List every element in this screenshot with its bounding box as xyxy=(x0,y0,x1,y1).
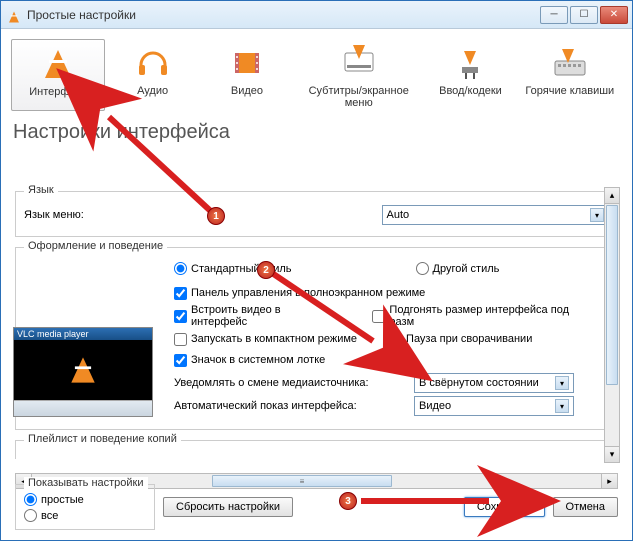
notify-media-select[interactable]: В свёрнутом состоянии ▾ xyxy=(414,373,574,393)
page-heading: Настройки интерфейса xyxy=(13,121,622,144)
plug-icon xyxy=(425,43,515,83)
language-group: Язык Язык меню: Auto ▾ xyxy=(15,191,618,237)
dropdown-arrow-icon: ▾ xyxy=(555,376,569,390)
playlist-group-title: Плейлист и поведение копий xyxy=(24,433,181,445)
fit-interface-size-check[interactable]: Подгонять размер интерфейса под разм xyxy=(372,304,595,328)
save-button[interactable]: Сохранить xyxy=(464,497,545,517)
notify-media-label: Уведомлять о смене медиаисточника: xyxy=(174,377,414,389)
tab-input-codecs[interactable]: Ввод/кодеки xyxy=(423,39,517,111)
scroll-down-button[interactable]: ▾ xyxy=(605,446,619,462)
app-icon xyxy=(5,7,21,23)
show-settings-label: Показывать настройки xyxy=(24,477,148,489)
cone-icon xyxy=(14,44,102,84)
menu-language-select[interactable]: Auto ▾ xyxy=(382,205,610,225)
language-group-title: Язык xyxy=(24,185,58,196)
minimize-button[interactable]: ─ xyxy=(540,6,568,24)
tab-subtitles[interactable]: Субтитры/экранное меню xyxy=(294,39,423,111)
pause-on-minimize-check[interactable]: Пауза при сворачивании xyxy=(389,333,532,346)
show-simple-radio[interactable]: простые xyxy=(24,493,84,506)
reset-settings-button[interactable]: Сбросить настройки xyxy=(163,497,293,517)
tray-icon-check[interactable]: Значок в системном лотке xyxy=(174,354,325,367)
style-preview-thumbnail: VLC media player xyxy=(13,327,153,417)
window-titlebar: Простые настройки ─ ☐ ✕ xyxy=(1,1,632,29)
close-button[interactable]: ✕ xyxy=(600,6,628,24)
maximize-button[interactable]: ☐ xyxy=(570,6,598,24)
controls-fullscreen-check[interactable]: Панель управления в полноэкранном режиме xyxy=(174,287,425,300)
scroll-thumb[interactable] xyxy=(606,205,618,385)
dropdown-arrow-icon: ▾ xyxy=(555,399,569,413)
subtitles-icon xyxy=(296,43,421,83)
vertical-scrollbar[interactable]: ▴ ▾ xyxy=(604,187,620,463)
auto-show-select[interactable]: Видео ▾ xyxy=(414,396,574,416)
look-group-title: Оформление и поведение xyxy=(24,240,167,252)
auto-show-label: Автоматический показ интерфейса: xyxy=(174,400,414,412)
show-settings-group: Показывать настройки простые все xyxy=(15,484,155,530)
scroll-up-button[interactable]: ▴ xyxy=(605,188,619,204)
show-all-radio[interactable]: все xyxy=(24,509,58,522)
headphones-icon xyxy=(107,43,197,83)
tab-interface[interactable]: Интерфейс xyxy=(11,39,105,111)
compact-mode-check[interactable]: Запускать в компактном режиме xyxy=(174,333,357,346)
tab-video[interactable]: Видео xyxy=(200,39,294,111)
window-title: Простые настройки xyxy=(27,8,538,22)
dropdown-arrow-icon: ▾ xyxy=(590,208,604,222)
style-default-radio[interactable]: Стандартный стиль xyxy=(174,262,292,275)
keyboard-icon xyxy=(520,43,620,83)
film-icon xyxy=(202,43,292,83)
menu-language-label: Язык меню: xyxy=(24,209,164,221)
tab-audio[interactable]: Аудио xyxy=(105,39,199,111)
tab-hotkeys[interactable]: Горячие клавиши xyxy=(518,39,622,111)
thumb-caption: VLC media player xyxy=(14,328,152,340)
cancel-button[interactable]: Отмена xyxy=(553,497,618,517)
playlist-group: Плейлист и поведение копий xyxy=(15,440,618,459)
style-other-radio[interactable]: Другой стиль xyxy=(416,262,500,275)
embed-video-check[interactable]: Встроить видео в интерфейс xyxy=(174,304,339,328)
